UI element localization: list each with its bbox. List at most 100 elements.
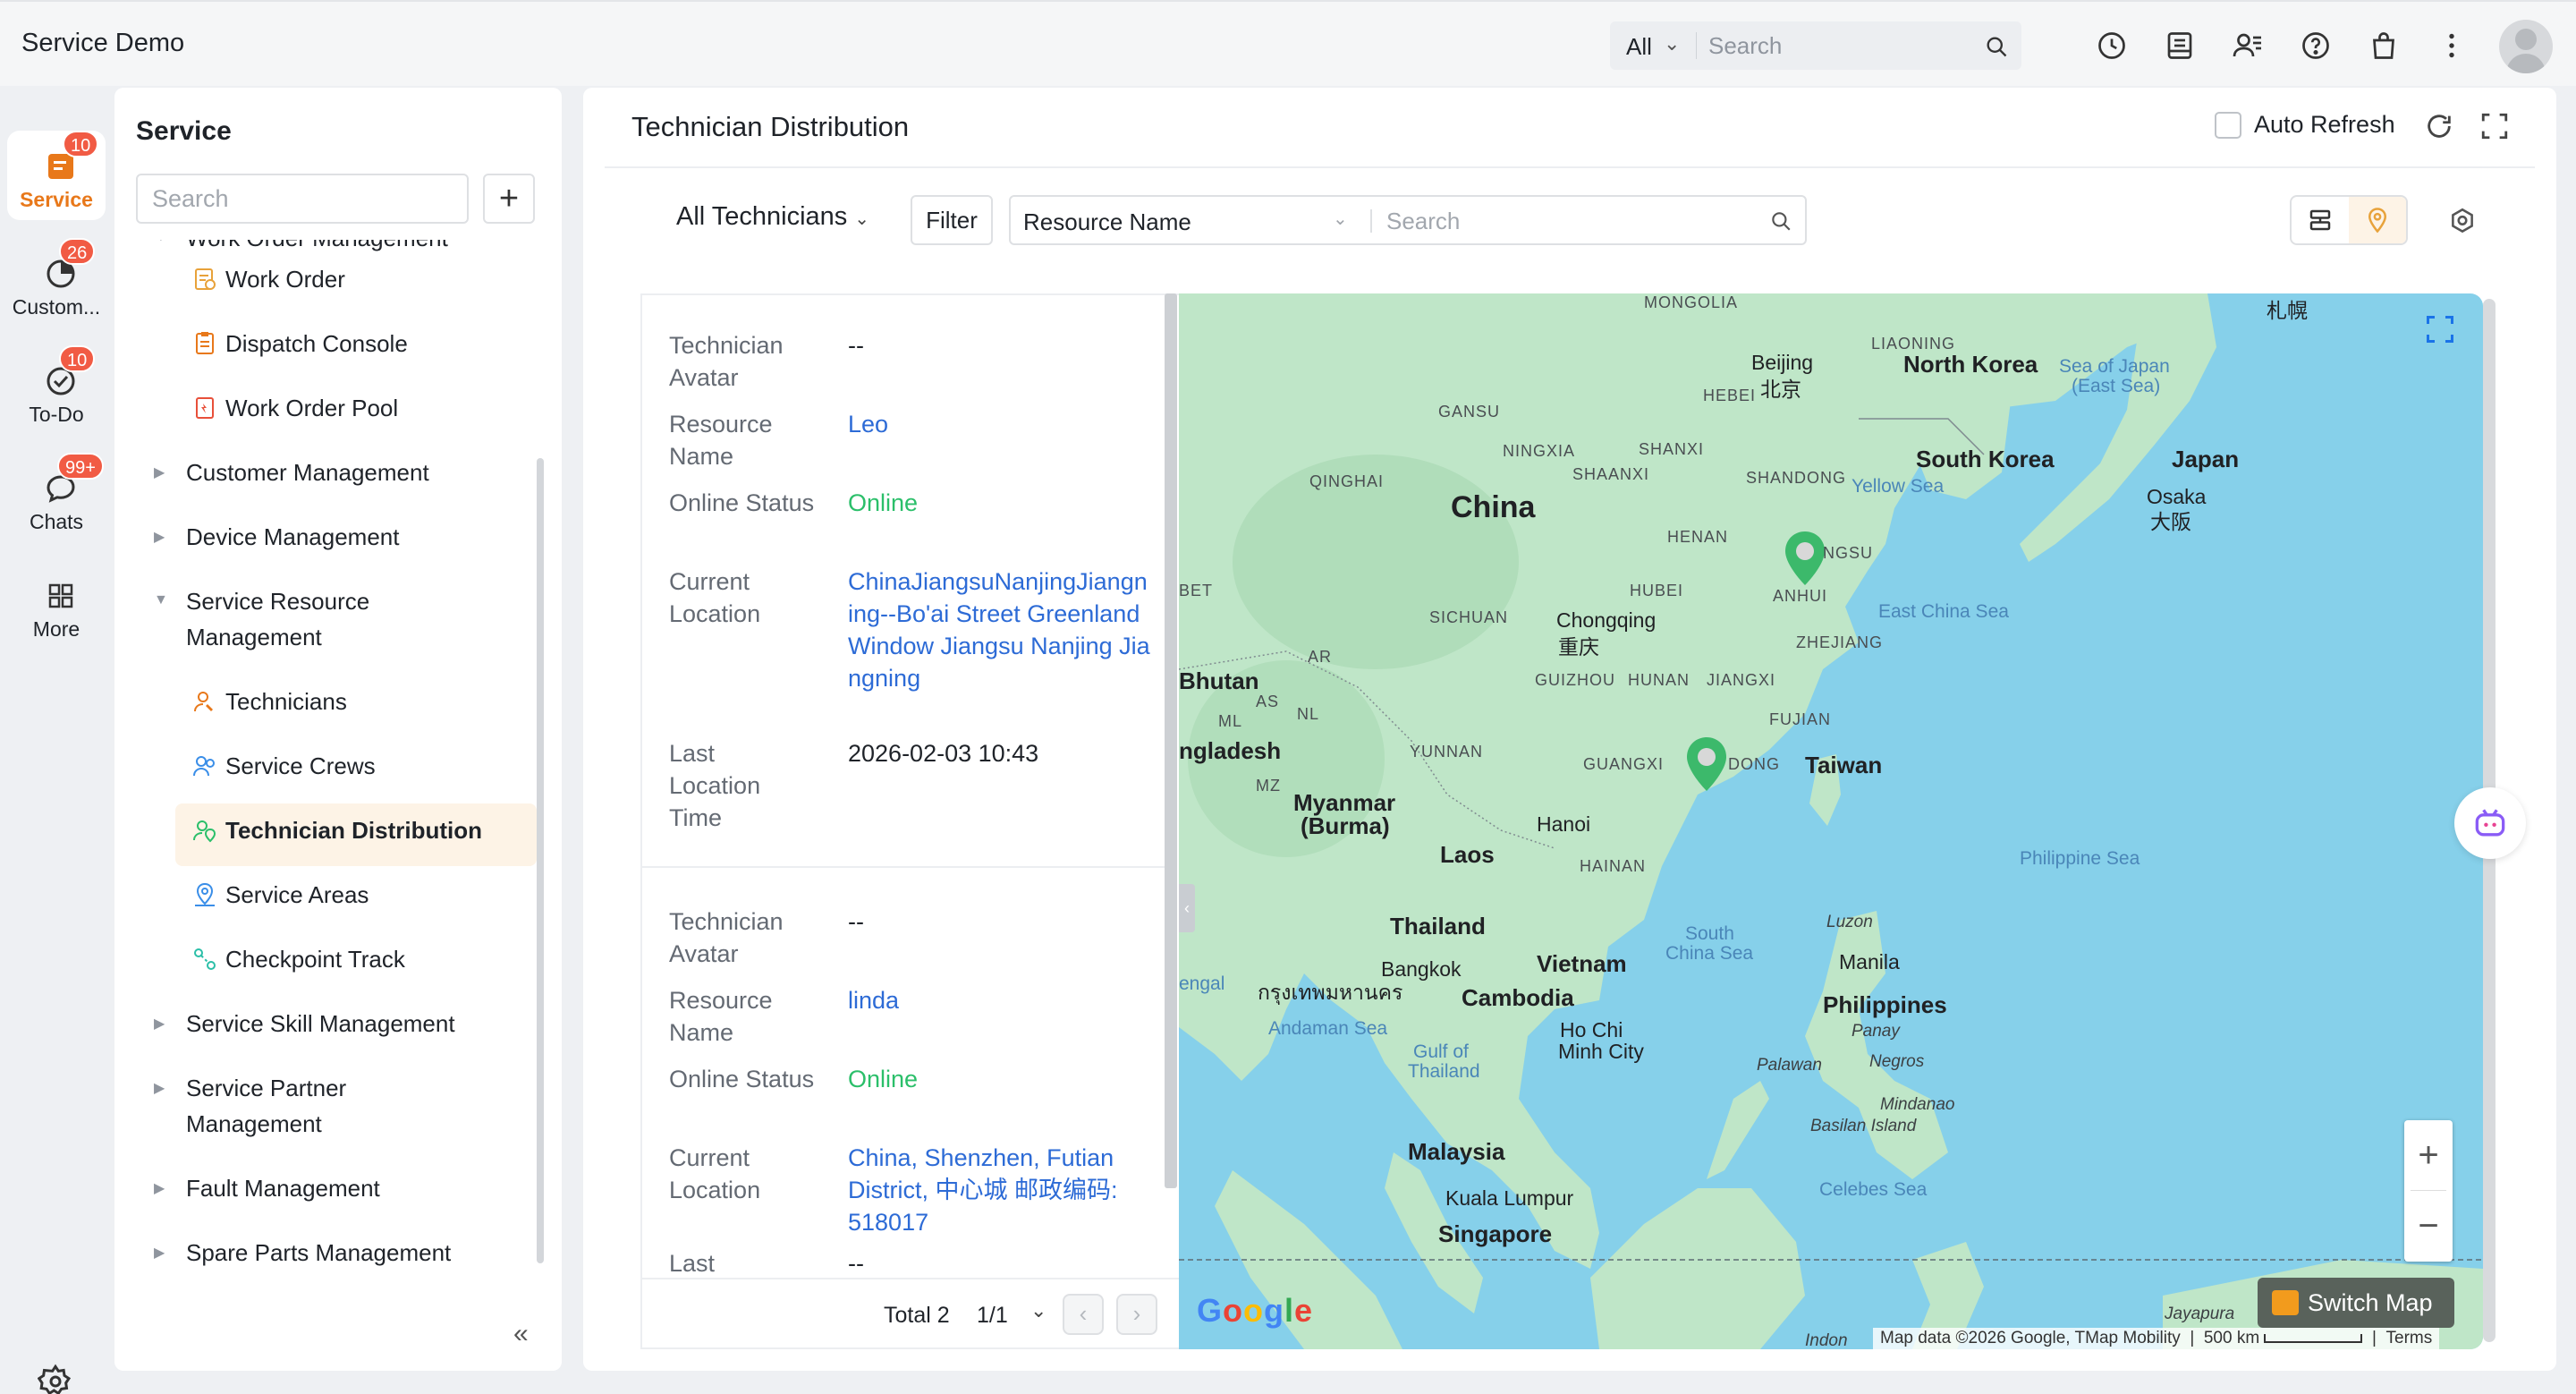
map-label: South — [1685, 923, 1734, 944]
rail-label: More — [32, 617, 80, 641]
map-label: China Sea — [1665, 943, 1754, 964]
next-page-button[interactable]: › — [1116, 1294, 1157, 1335]
nav-scrollbar[interactable] — [537, 458, 544, 1263]
help-icon[interactable] — [2297, 27, 2334, 64]
switch-map-label: Switch Map — [2308, 1289, 2433, 1316]
search-scope-select[interactable]: All — [1626, 33, 1652, 61]
scope-label: All Technicians — [676, 202, 848, 231]
fullscreen-icon[interactable] — [2479, 111, 2510, 146]
page-select[interactable]: 1/1 — [977, 1303, 1008, 1329]
add-button[interactable]: + — [483, 174, 535, 224]
technician-scope-dropdown[interactable]: All Technicians ⌄ — [676, 202, 869, 232]
nav-item-label: Work Order Pool — [225, 395, 399, 421]
nav-search-input[interactable] — [138, 175, 467, 222]
view-toggle[interactable] — [2290, 195, 2408, 245]
map-terms-link[interactable]: Terms — [2386, 1329, 2433, 1347]
collapse-panel-icon[interactable]: « — [513, 1319, 529, 1349]
technician-list-scroll[interactable]: Technician Avatar -- Resource Name Leo O… — [642, 295, 1179, 1278]
nav-group-label-line2: Management — [186, 1110, 322, 1137]
resource-name-link[interactable]: Leo — [848, 408, 1152, 440]
rail-item-more[interactable]: More — [7, 560, 106, 650]
rail-item-customer[interactable]: 26 Custom... — [7, 238, 106, 327]
search-icon[interactable] — [1984, 34, 2009, 64]
filter-button[interactable]: Filter — [911, 195, 993, 245]
nav-item-label: Checkpoint Track — [225, 946, 405, 973]
contacts-icon[interactable] — [2229, 27, 2267, 64]
field-label: Online Status — [669, 1066, 815, 1092]
map-view[interactable]: MONGOLIA LIAONING Beijing 北京 HEBEI North… — [1179, 293, 2483, 1349]
map-label: HEBEI — [1703, 387, 1757, 404]
map-label: HENAN — [1667, 528, 1729, 546]
search-icon[interactable] — [1769, 209, 1792, 237]
user-avatar[interactable] — [2499, 20, 2553, 73]
switch-map-button[interactable]: Switch Map — [2258, 1278, 2454, 1328]
list-scrollbar[interactable] — [1165, 293, 1177, 1188]
map-footer: Map data ©2026 Google, TMap Mobility | 5… — [1179, 1328, 2483, 1349]
notes-icon[interactable] — [2161, 27, 2199, 64]
list-view-icon[interactable] — [2292, 197, 2349, 243]
map-label: 大阪 — [2150, 510, 2191, 533]
location-link[interactable]: China, Shenzhen, Futian District, 中心城 邮政… — [848, 1142, 1152, 1238]
map-label: Bhutan — [1179, 667, 1259, 694]
rail-item-chats[interactable]: 99+ Chats — [7, 453, 106, 542]
top-icons — [2093, 27, 2470, 64]
history-icon[interactable] — [2093, 27, 2131, 64]
map-view-icon[interactable] — [2349, 197, 2406, 243]
pagination: Total 2 1/1 ⌄ ‹ › — [642, 1278, 1179, 1347]
rail-label: To-Do — [29, 403, 84, 426]
nav-group-label-line2: Management — [186, 624, 322, 650]
chevron-down-icon[interactable]: ⌄ — [1333, 208, 1348, 230]
settings-gear-icon[interactable] — [37, 1364, 73, 1394]
resource-search-input[interactable] — [1386, 204, 1744, 238]
service-area-icon — [195, 882, 215, 906]
card-divider — [642, 866, 1166, 868]
nav-item-label: Work Order — [225, 266, 345, 293]
map-collapse-handle[interactable]: ‹ — [1179, 884, 1195, 932]
auto-refresh-label: Auto Refresh — [2254, 111, 2395, 138]
map-scale: 500 km — [2203, 1329, 2260, 1347]
auto-refresh-toggle[interactable]: Auto Refresh — [2215, 111, 2395, 139]
map-fullscreen-icon[interactable] — [2424, 313, 2456, 350]
map-label: FUJIAN — [1769, 710, 1831, 728]
rail-item-todo[interactable]: 10 To-Do — [7, 345, 106, 435]
ai-assistant-icon[interactable] — [2454, 787, 2526, 859]
chevron-down-icon[interactable]: ⌄ — [1030, 1299, 1046, 1322]
nav-search[interactable] — [136, 174, 469, 224]
prev-page-button[interactable]: ‹ — [1063, 1294, 1104, 1335]
global-search[interactable]: All ⌄ — [1610, 21, 2021, 70]
map-label: Ho Chi — [1560, 1018, 1623, 1041]
auto-refresh-checkbox[interactable] — [2215, 111, 2241, 139]
map-label: 北京 — [1760, 378, 1801, 401]
more-vertical-icon[interactable] — [2433, 27, 2470, 64]
caret-right-icon: ▶ — [154, 1245, 165, 1261]
map-label: South Korea — [1916, 446, 2055, 472]
store-icon[interactable] — [2365, 27, 2402, 64]
nav-item-label: Dispatch Console — [225, 330, 408, 357]
map-attribution: Map data ©2026 Google, TMap Mobility | 5… — [1873, 1328, 2440, 1349]
chevron-down-icon[interactable]: ⌄ — [1664, 32, 1680, 55]
nav-group-label: Service Skill Management — [186, 1010, 455, 1037]
global-search-input[interactable] — [1708, 29, 1968, 63]
nav-title: Service — [136, 116, 232, 146]
field-select[interactable]: Resource Name — [1023, 208, 1191, 236]
rail-badge: 10 — [59, 345, 96, 372]
map-settings-icon[interactable] — [2447, 206, 2478, 241]
nav-item-label: Service Areas — [225, 881, 369, 908]
nav-item-label: Technicians — [225, 688, 347, 715]
map-label: Singapore — [1438, 1220, 1553, 1247]
location-link[interactable]: ChinaJiangsuNanjingJiangning--Bo'ai Stre… — [848, 565, 1152, 694]
avatar-head — [2515, 29, 2537, 50]
map-label: NL — [1297, 705, 1320, 723]
refresh-icon[interactable] — [2424, 111, 2454, 146]
zoom-out-button[interactable]: − — [2404, 1191, 2453, 1261]
map-label: HUNAN — [1628, 671, 1690, 689]
map-label: Thailand — [1390, 913, 1486, 939]
zoom-in-button[interactable]: + — [2404, 1120, 2453, 1190]
resource-name-link[interactable]: linda — [848, 984, 1152, 1016]
checkpoint-track-icon — [194, 948, 216, 970]
rail-item-service[interactable]: 10 Service — [7, 131, 106, 220]
field-search[interactable]: Resource Name ⌄ — [1009, 195, 1807, 245]
field-label: Technician Avatar — [669, 908, 784, 967]
map-label: 重庆 — [1558, 635, 1599, 659]
app-rail: 10 Service 26 Custom... 10 To-Do 99+ Cha… — [0, 86, 113, 1394]
